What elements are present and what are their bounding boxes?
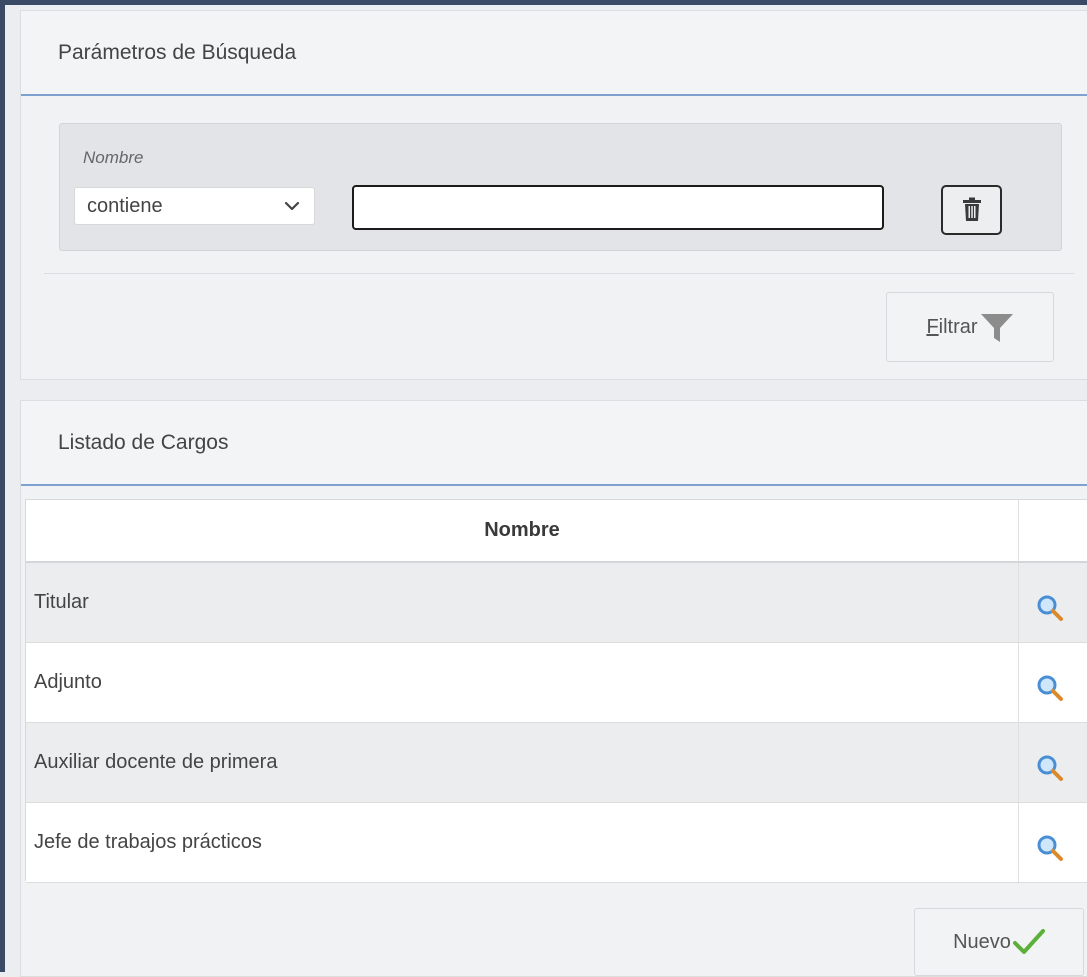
- filter-button-label: iltrar: [938, 315, 978, 338]
- filter-button[interactable]: Filtrar: [886, 292, 1054, 362]
- magnifier-icon[interactable]: [1036, 674, 1064, 702]
- funnel-icon: [980, 314, 1013, 342]
- new-button[interactable]: Nuevo: [914, 908, 1084, 976]
- name-filter-box: Nombre contiene: [59, 123, 1062, 251]
- list-panel-title: Listado de Cargos: [21, 401, 1087, 486]
- new-button-label: Nuevo: [953, 930, 1011, 953]
- window-frame: Parámetros de Búsqueda Nombre contiene F…: [0, 0, 1087, 977]
- magnifier-icon[interactable]: [1036, 754, 1064, 782]
- row-name-cell: Titular: [26, 563, 1019, 642]
- row-name-cell: Jefe de trabajos prácticos: [26, 803, 1019, 882]
- search-parameters-panel: Parámetros de Búsqueda Nombre contiene F…: [20, 10, 1087, 380]
- checkmark-icon: [1012, 929, 1045, 954]
- operator-select[interactable]: contiene: [74, 187, 315, 225]
- row-name-cell: Adjunto: [26, 643, 1019, 722]
- name-field-label: Nombre: [83, 148, 144, 167]
- operator-select-value: contiene: [87, 194, 163, 217]
- magnifier-icon[interactable]: [1036, 834, 1064, 862]
- table-row: Auxiliar docente de primera: [26, 723, 1087, 803]
- table-header: Nombre: [26, 500, 1087, 563]
- column-header-actions: [1019, 500, 1087, 561]
- clear-filter-button[interactable]: [941, 185, 1002, 235]
- search-divider: [44, 273, 1074, 274]
- positions-table: Nombre Titular Adjunto Auxiliar docente …: [25, 499, 1087, 883]
- name-search-input[interactable]: [352, 185, 884, 230]
- table-row: Titular: [26, 563, 1087, 643]
- chevron-down-icon: [284, 201, 300, 211]
- row-name-cell: Auxiliar docente de primera: [26, 723, 1019, 802]
- table-body: Titular Adjunto Auxiliar docente de prim…: [26, 563, 1087, 883]
- column-header-name[interactable]: Nombre: [26, 500, 1019, 561]
- search-panel-title: Parámetros de Búsqueda: [21, 11, 1087, 96]
- magnifier-icon[interactable]: [1036, 594, 1064, 622]
- trash-icon: [962, 197, 981, 221]
- table-row: Jefe de trabajos prácticos: [26, 803, 1087, 883]
- filter-button-accesskey: F: [926, 315, 939, 338]
- table-row: Adjunto: [26, 643, 1087, 723]
- positions-list-panel: Listado de Cargos Nombre Titular Adjunto…: [20, 400, 1087, 977]
